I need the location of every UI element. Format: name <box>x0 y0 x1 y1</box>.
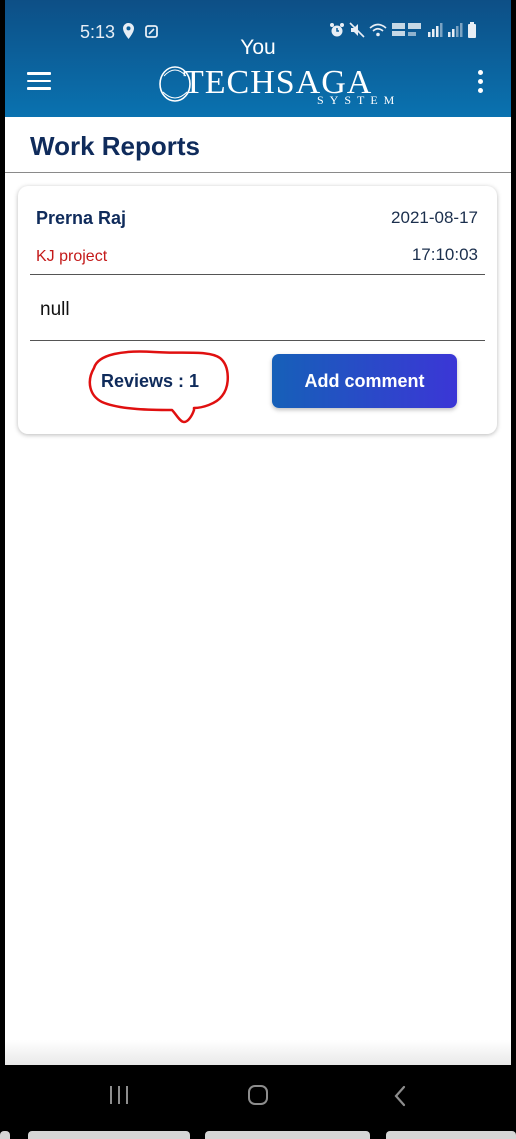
user-label: You <box>240 36 276 59</box>
app-bar: 5:13 You TECHSAGA SYSTEM <box>5 0 511 117</box>
more-vert-icon[interactable] <box>475 70 485 94</box>
report-date: 2021-08-17 <box>391 208 478 227</box>
system-nav-bar <box>0 1065 516 1127</box>
signal-icon <box>428 23 443 37</box>
logo-subtext: SYSTEM <box>317 93 401 107</box>
add-comment-button[interactable]: Add comment <box>272 354 457 408</box>
bottom-shadow <box>5 1040 511 1065</box>
techsaga-logo: TECHSAGA SYSTEM <box>157 62 394 108</box>
title-divider <box>5 172 511 173</box>
app-screen: 5:13 You TECHSAGA SYSTEM Work Reports Pr… <box>5 0 511 1065</box>
report-description: null <box>40 299 70 320</box>
report-author: Prerna Raj <box>36 208 127 228</box>
card-divider-top <box>30 274 485 275</box>
signal-icon <box>448 23 463 37</box>
background-tray <box>0 1131 516 1139</box>
hamburger-icon[interactable] <box>27 72 51 90</box>
reviews-count[interactable]: Reviews : 1 <box>101 371 199 392</box>
report-time: 17:10:03 <box>411 245 478 264</box>
back-icon[interactable] <box>392 1085 408 1107</box>
home-icon[interactable] <box>248 1085 268 1105</box>
recents-icon[interactable] <box>110 1086 130 1106</box>
report-card: Prerna Raj 2021-08-17 KJ project 17:10:0… <box>18 186 497 434</box>
page-title: Work Reports <box>30 131 200 161</box>
report-project: KJ project <box>36 248 108 265</box>
card-divider-bottom <box>30 340 485 341</box>
